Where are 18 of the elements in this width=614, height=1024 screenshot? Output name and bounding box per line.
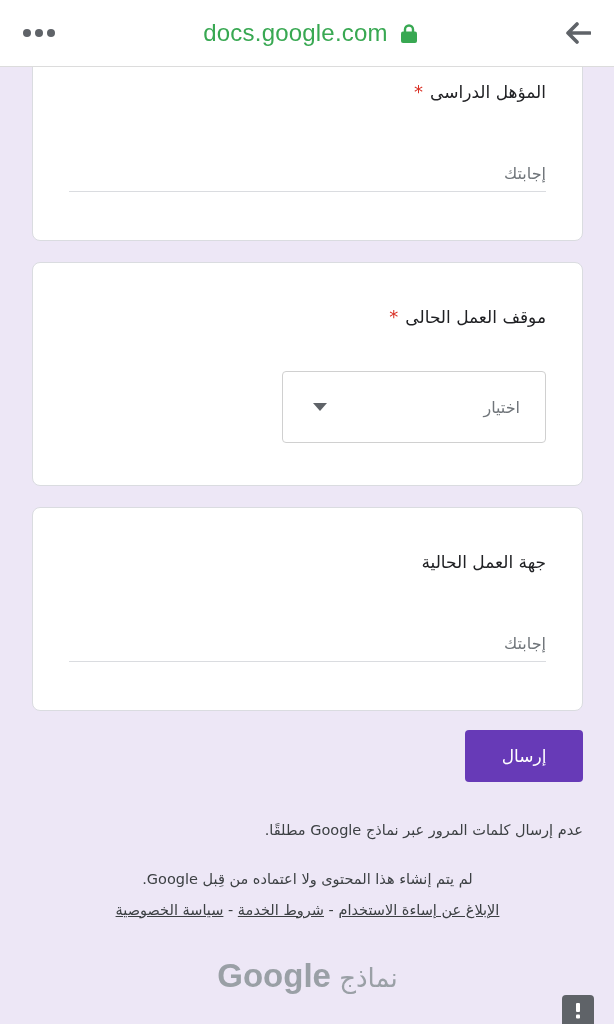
answer-field[interactable]: إجابتك: [69, 625, 546, 662]
required-asterisk: *: [414, 80, 424, 104]
arrow-left-icon[interactable]: [565, 22, 591, 44]
required-asterisk: *: [389, 305, 399, 329]
question-title: المؤهل الدراسى: [430, 81, 546, 104]
submit-button[interactable]: إرسال: [465, 730, 583, 782]
alert-bubble-icon[interactable]: [562, 995, 594, 1024]
caret-icon: [313, 403, 327, 411]
question-title: موقف العمل الحالى: [405, 306, 546, 329]
question-title: جهة العمل الحالية: [421, 551, 546, 574]
password-notice: عدم إرسال كلمات المرور عبر نماذج Google مطلقًا.: [264, 821, 583, 841]
menu-icon[interactable]: [23, 29, 55, 37]
disclaimer-text: لم يتم إنشاء هذا المحتوى ولا اعتماده من قِبل Google. الإبلاغ عن إساءة الاستخدام - شروط الخدمة - سياسة الخصوصية: [114, 870, 501, 921]
answer-field[interactable]: إجابتك: [69, 155, 546, 192]
dropdown-select[interactable]: اختيار: [282, 371, 546, 443]
footer-link[interactable]: شروط الخدمة: [237, 902, 324, 918]
footer-link[interactable]: سياسة الخصوصية: [115, 902, 224, 918]
footer-link[interactable]: الإبلاغ عن إساءة الاستخدام: [338, 902, 500, 918]
